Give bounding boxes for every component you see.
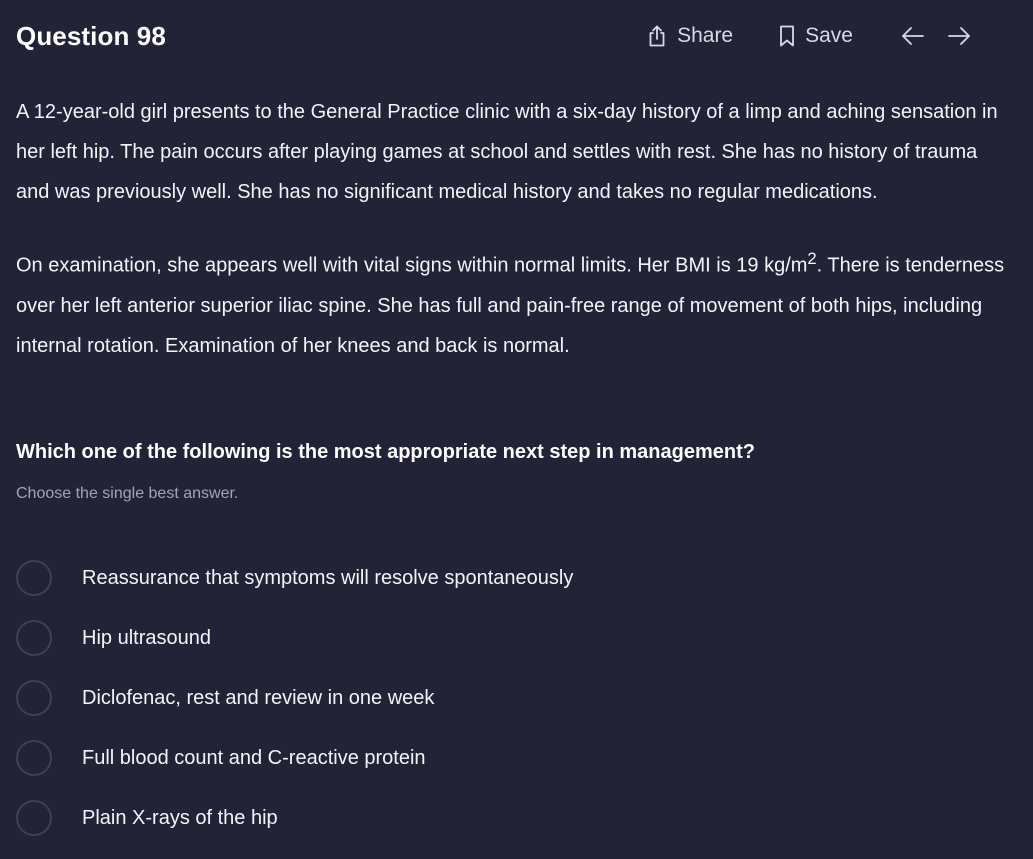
stem-paragraph: On examination, she appears well with vi… — [16, 239, 1005, 366]
answer-option[interactable]: Plain X-rays of the hip — [16, 788, 1017, 848]
radio-button[interactable] — [16, 740, 52, 776]
previous-question-button[interactable] — [895, 18, 931, 54]
save-label: Save — [805, 24, 853, 47]
arrow-left-icon — [901, 26, 925, 46]
question-stem: A 12-year-old girl presents to the Gener… — [16, 92, 1005, 366]
answer-option[interactable]: Full blood count and C-reactive protein — [16, 728, 1017, 788]
answer-option-label: Diclofenac, rest and review in one week — [82, 686, 435, 709]
radio-button[interactable] — [16, 620, 52, 656]
radio-button[interactable] — [16, 800, 52, 836]
question-header: Question 98 Share Save — [16, 16, 1017, 56]
answer-instruction: Choose the single best answer. — [16, 485, 239, 502]
answer-option[interactable]: Diclofenac, rest and review in one week — [16, 668, 1017, 728]
question-title: Question 98 — [16, 20, 166, 51]
question-page: Question 98 Share Save A 12-year-old gir… — [0, 0, 1033, 859]
question-prompt: Which one of the following is the most a… — [16, 441, 755, 463]
arrow-right-icon — [947, 26, 971, 46]
answer-option-label: Full blood count and C-reactive protein — [82, 746, 426, 769]
answer-option[interactable]: Hip ultrasound — [16, 608, 1017, 668]
header-actions: Share Save — [647, 18, 1017, 54]
share-button[interactable]: Share — [647, 24, 733, 48]
stem-text: On examination, she appears well with vi… — [16, 254, 808, 277]
radio-button[interactable] — [16, 680, 52, 716]
radio-button[interactable] — [16, 560, 52, 596]
answer-option[interactable]: Reassurance that symptoms will resolve s… — [16, 548, 1017, 608]
share-icon — [647, 25, 667, 47]
stem-superscript: 2 — [807, 249, 817, 268]
answer-option-label: Hip ultrasound — [82, 626, 211, 649]
share-label: Share — [677, 24, 734, 47]
bookmark-icon — [779, 25, 795, 47]
answer-option-label: Plain X-rays of the hip — [82, 806, 278, 829]
next-question-button[interactable] — [941, 18, 977, 54]
answer-option-label: Reassurance that symptoms will resolve s… — [82, 566, 574, 589]
stem-paragraph: A 12-year-old girl presents to the Gener… — [16, 101, 998, 203]
save-button[interactable]: Save — [779, 24, 853, 48]
answer-options: Reassurance that symptoms will resolve s… — [16, 548, 1017, 848]
